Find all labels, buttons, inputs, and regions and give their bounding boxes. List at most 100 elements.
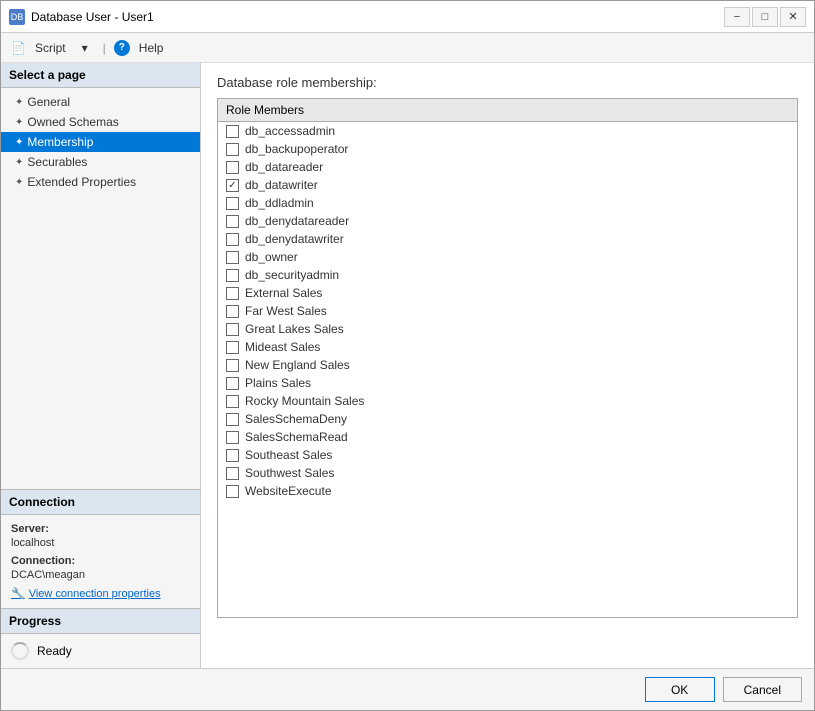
connection-icon: 🔧: [11, 587, 25, 600]
role-item-far-west-sales[interactable]: Far West Sales: [218, 302, 797, 320]
help-button[interactable]: Help: [132, 38, 171, 58]
checkbox-far-west-sales[interactable]: [226, 305, 239, 318]
checkbox-southeast-sales[interactable]: [226, 449, 239, 462]
role-item-sales-schema-deny[interactable]: SalesSchemaDeny: [218, 410, 797, 428]
checkbox-external-sales[interactable]: [226, 287, 239, 300]
role-label-db_securityadmin: db_securityadmin: [245, 268, 339, 282]
checkbox-website-execute[interactable]: [226, 485, 239, 498]
toolbar-divider: |: [103, 41, 106, 55]
checkbox-db_backupoperator[interactable]: [226, 143, 239, 156]
panel-title: Database role membership:: [217, 75, 798, 90]
role-item-southeast-sales[interactable]: Southeast Sales: [218, 446, 797, 464]
role-item-db_securityadmin[interactable]: db_securityadmin: [218, 266, 797, 284]
role-label-db_denydatareader: db_denydatareader: [245, 214, 349, 228]
role-label-far-west-sales: Far West Sales: [245, 304, 327, 318]
checkbox-sales-schema-read[interactable]: [226, 431, 239, 444]
role-label-southwest-sales: Southwest Sales: [245, 466, 334, 480]
sidebar-item-securables[interactable]: ✦ Securables: [1, 152, 200, 172]
role-label-db_denydatawriter: db_denydatawriter: [245, 232, 344, 246]
view-connection-link[interactable]: 🔧 View connection properties: [11, 587, 190, 600]
role-item-mideast-sales[interactable]: Mideast Sales: [218, 338, 797, 356]
checkbox-new-england-sales[interactable]: [226, 359, 239, 372]
checkbox-db_datareader[interactable]: [226, 161, 239, 174]
sidebar-item-owned-schemas[interactable]: ✦ Owned Schemas: [1, 112, 200, 132]
role-label-db_datawriter: db_datawriter: [245, 178, 318, 192]
connection-value: DCAC\meagan: [11, 569, 190, 581]
script-dropdown-arrow[interactable]: ▾: [75, 38, 95, 58]
checkbox-db_denydatawriter[interactable]: [226, 233, 239, 246]
title-bar: DB Database User - User1 − □ ✕: [1, 1, 814, 33]
role-label-sales-schema-read: SalesSchemaRead: [245, 430, 348, 444]
connection-label: Connection:: [11, 555, 190, 567]
checkbox-db_datawriter[interactable]: ✓: [226, 179, 239, 192]
role-label-website-execute: WebsiteExecute: [245, 484, 332, 498]
help-icon: ?: [114, 40, 130, 56]
checkbox-southwest-sales[interactable]: [226, 467, 239, 480]
connection-content: Server: localhost Connection: DCAC\meaga…: [1, 515, 200, 608]
role-item-plains-sales[interactable]: Plains Sales: [218, 374, 797, 392]
role-members-box[interactable]: Role Members db_accessadmindb_backupoper…: [217, 98, 798, 618]
checkbox-rocky-mountain-sales[interactable]: [226, 395, 239, 408]
role-item-db_datareader[interactable]: db_datareader: [218, 158, 797, 176]
role-label-sales-schema-deny: SalesSchemaDeny: [245, 412, 347, 426]
checkbox-db_denydatareader[interactable]: [226, 215, 239, 228]
role-label-southeast-sales: Southeast Sales: [245, 448, 332, 462]
role-label-mideast-sales: Mideast Sales: [245, 340, 320, 354]
role-item-great-lakes-sales[interactable]: Great Lakes Sales: [218, 320, 797, 338]
checkbox-db_securityadmin[interactable]: [226, 269, 239, 282]
securables-nav-icon: ✦: [15, 157, 23, 168]
role-label-db_accessadmin: db_accessadmin: [245, 124, 335, 138]
role-label-db_ddladmin: db_ddladmin: [245, 196, 314, 210]
role-item-db_owner[interactable]: db_owner: [218, 248, 797, 266]
role-item-new-england-sales[interactable]: New England Sales: [218, 356, 797, 374]
role-item-rocky-mountain-sales[interactable]: Rocky Mountain Sales: [218, 392, 797, 410]
checkbox-plains-sales[interactable]: [226, 377, 239, 390]
role-item-southwest-sales[interactable]: Southwest Sales: [218, 464, 797, 482]
close-button[interactable]: ✕: [780, 7, 806, 27]
role-label-rocky-mountain-sales: Rocky Mountain Sales: [245, 394, 364, 408]
role-item-db_datawriter[interactable]: ✓ db_datawriter: [218, 176, 797, 194]
role-item-db_accessadmin[interactable]: db_accessadmin: [218, 122, 797, 140]
select-page-header: Select a page: [1, 63, 200, 88]
role-label-great-lakes-sales: Great Lakes Sales: [245, 322, 344, 336]
progress-header: Progress: [1, 609, 200, 634]
role-label-new-england-sales: New England Sales: [245, 358, 350, 372]
role-item-external-sales[interactable]: External Sales: [218, 284, 797, 302]
sidebar-item-extended-properties[interactable]: ✦ Extended Properties: [1, 172, 200, 192]
role-item-sales-schema-read[interactable]: SalesSchemaRead: [218, 428, 797, 446]
minimize-button[interactable]: −: [724, 7, 750, 27]
connection-header: Connection: [1, 490, 200, 515]
maximize-button[interactable]: □: [752, 7, 778, 27]
role-item-db_denydatawriter[interactable]: db_denydatawriter: [218, 230, 797, 248]
extended-properties-nav-icon: ✦: [15, 177, 23, 188]
dialog-window: DB Database User - User1 − □ ✕ 📄 Script …: [0, 0, 815, 711]
checkbox-db_ddladmin[interactable]: [226, 197, 239, 210]
script-dropdown: 📄 Script ▾: [11, 38, 95, 58]
checkbox-great-lakes-sales[interactable]: [226, 323, 239, 336]
role-item-db_backupoperator[interactable]: db_backupoperator: [218, 140, 797, 158]
checkbox-sales-schema-deny[interactable]: [226, 413, 239, 426]
role-label-db_datareader: db_datareader: [245, 160, 323, 174]
sidebar-item-membership[interactable]: ✦ Membership: [1, 132, 200, 152]
left-panel: Select a page ✦ General ✦ Owned Schemas …: [1, 63, 201, 668]
owned-schemas-nav-icon: ✦: [15, 117, 23, 128]
content-area: Select a page ✦ General ✦ Owned Schemas …: [1, 63, 814, 668]
checkbox-mideast-sales[interactable]: [226, 341, 239, 354]
role-label-plains-sales: Plains Sales: [245, 376, 311, 390]
role-label-external-sales: External Sales: [245, 286, 322, 300]
role-item-db_ddladmin[interactable]: db_ddladmin: [218, 194, 797, 212]
nav-list: ✦ General ✦ Owned Schemas ✦ Membership ✦…: [1, 88, 200, 196]
script-button[interactable]: Script: [28, 38, 73, 58]
title-bar-left: DB Database User - User1: [9, 9, 154, 25]
connection-section: Connection Server: localhost Connection:…: [1, 489, 200, 608]
cancel-button[interactable]: Cancel: [723, 677, 802, 702]
progress-spinner: [11, 642, 29, 660]
role-item-website-execute[interactable]: WebsiteExecute: [218, 482, 797, 500]
server-label: Server:: [11, 523, 190, 535]
role-item-db_denydatareader[interactable]: db_denydatareader: [218, 212, 797, 230]
checkbox-db_accessadmin[interactable]: [226, 125, 239, 138]
general-nav-icon: ✦: [15, 97, 23, 108]
checkbox-db_owner[interactable]: [226, 251, 239, 264]
ok-button[interactable]: OK: [645, 677, 715, 702]
sidebar-item-general[interactable]: ✦ General: [1, 92, 200, 112]
